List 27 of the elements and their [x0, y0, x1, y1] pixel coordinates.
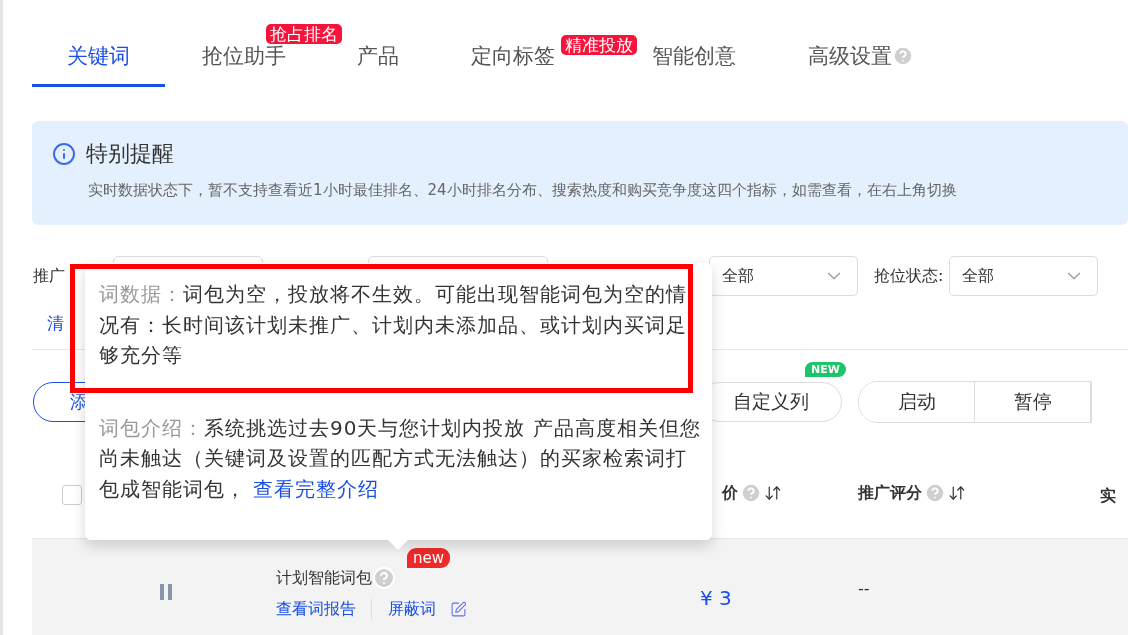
row-link[interactable]: 屏蔽词 — [371, 599, 450, 620]
filter-label: 推广 — [33, 265, 65, 287]
tab[interactable]: 高级设置 — [808, 45, 914, 87]
column-header: 价 — [722, 482, 738, 504]
new-badge: NEW — [805, 362, 846, 377]
tab[interactable]: 抢位助手 — [202, 45, 286, 87]
score-value: -- — [858, 579, 870, 598]
tab-badge: 抢占排名 — [266, 24, 342, 44]
notice-text: 实时数据状态下，暂不支持查看近1小时最佳排名、24小时排名分布、搜索热度和购买竞争度这四个指标，如需查看，在右上角切换 — [88, 181, 958, 200]
tab[interactable]: 关键词 — [32, 45, 165, 87]
full-intro-link[interactable]: 查看完整介绍 — [253, 476, 380, 501]
notice-title: 特别提醒 — [86, 140, 174, 168]
column-header: 实 — [1100, 486, 1116, 507]
tab-badge: 精准投放 — [561, 35, 637, 55]
tab[interactable]: 产品 — [357, 45, 399, 87]
bid-value[interactable]: ¥ 3 — [700, 586, 732, 610]
tab[interactable]: 智能创意 — [652, 45, 736, 87]
tooltip-paragraph: 词包介绍：系统挑选过去90天与您计划内投放 产品高度相关但您尚未触达（关键词及设置的匹配方式无法触达）的买家检索词打包成智能词包， 查看完整介绍 — [99, 414, 702, 503]
select-field[interactable]: 全部 — [949, 256, 1099, 296]
new-badge: new — [407, 548, 450, 568]
row-name: 计划智能词包 — [276, 567, 372, 589]
filter-label: 抢位状态: — [874, 265, 944, 287]
tab[interactable]: 定向标签 — [471, 45, 555, 87]
action-button[interactable]: 启动 — [859, 382, 975, 422]
row-link[interactable]: 查看词报告 — [276, 599, 371, 620]
column-header: 推广评分 — [858, 482, 922, 504]
tooltip-paragraph: 词数据：词包为空，投放将不生效。可能出现智能词包为空的情况有：长时间该计划未推广、计划内未添加品、或计划内买词足够充分等 — [99, 281, 688, 369]
